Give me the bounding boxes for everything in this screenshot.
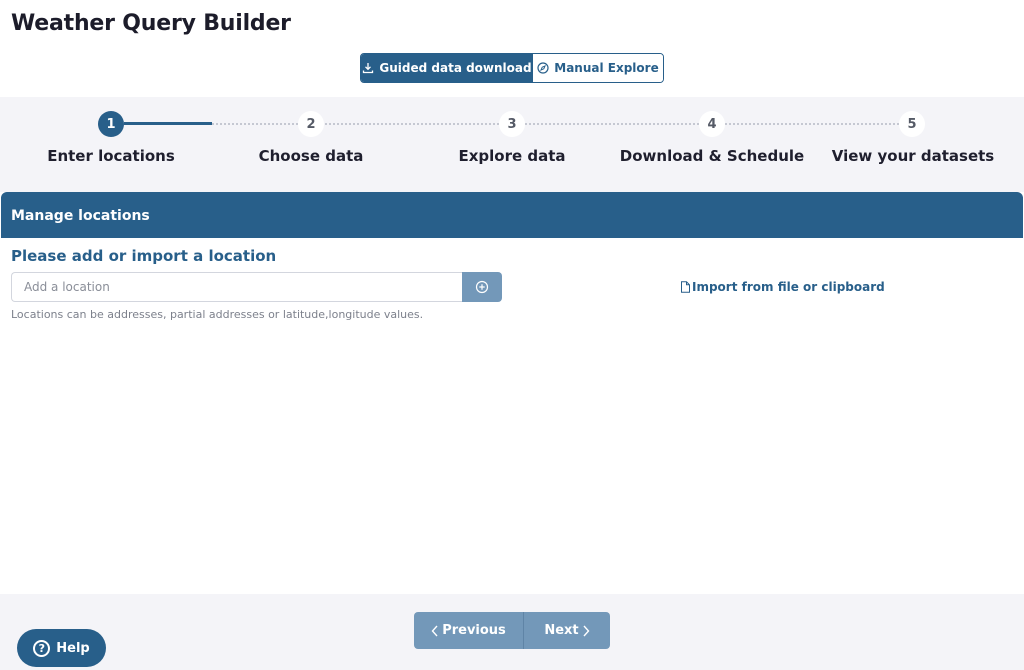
step-3-label[interactable]: Explore data (422, 147, 602, 165)
next-label: Next (544, 623, 579, 638)
manual-explore-button[interactable]: Manual Explore (533, 54, 663, 82)
previous-button[interactable]: Previous (414, 612, 524, 649)
chevron-left-icon (431, 625, 438, 636)
location-input[interactable] (11, 272, 463, 302)
step-1-circle[interactable]: 1 (98, 111, 124, 137)
location-hint: Locations can be addresses, partial addr… (11, 308, 424, 321)
page-title: Weather Query Builder (11, 11, 291, 36)
step-connector (212, 123, 298, 125)
step-5-label[interactable]: View your datasets (823, 147, 1003, 165)
section-title: Please add or import a location (11, 247, 277, 265)
add-location-button[interactable] (462, 272, 502, 302)
file-icon (681, 281, 690, 293)
step-5-circle[interactable]: 5 (899, 111, 925, 137)
step-connector (725, 123, 899, 125)
step-2-label[interactable]: Choose data (221, 147, 401, 165)
next-button[interactable]: Next (524, 612, 610, 649)
manual-explore-label: Manual Explore (554, 61, 659, 75)
step-4-circle[interactable]: 4 (699, 111, 725, 137)
import-label: Import from file or clipboard (692, 280, 885, 294)
import-link[interactable]: Import from file or clipboard (680, 280, 885, 294)
manage-locations-header: Manage locations (1, 192, 1023, 238)
step-4-label[interactable]: Download & Schedule (612, 147, 812, 165)
previous-label: Previous (442, 623, 506, 638)
step-2-circle[interactable]: 2 (298, 111, 324, 137)
step-connector-done (124, 122, 212, 125)
help-button[interactable]: ? Help (17, 629, 106, 667)
compass-icon (537, 62, 549, 74)
mode-toggle: Guided data download Manual Explore (360, 53, 664, 83)
step-connector (325, 123, 499, 125)
guided-download-button[interactable]: Guided data download (361, 54, 533, 82)
download-icon (363, 63, 374, 74)
guided-download-label: Guided data download (379, 61, 532, 75)
plus-circle-icon (475, 280, 489, 294)
step-3-circle[interactable]: 3 (499, 111, 525, 137)
step-connector (525, 123, 699, 125)
question-icon: ? (33, 639, 51, 657)
step-1-label[interactable]: Enter locations (21, 147, 201, 165)
help-label: Help (56, 640, 90, 656)
pager: Previous Next (414, 612, 610, 649)
chevron-right-icon (583, 625, 590, 636)
